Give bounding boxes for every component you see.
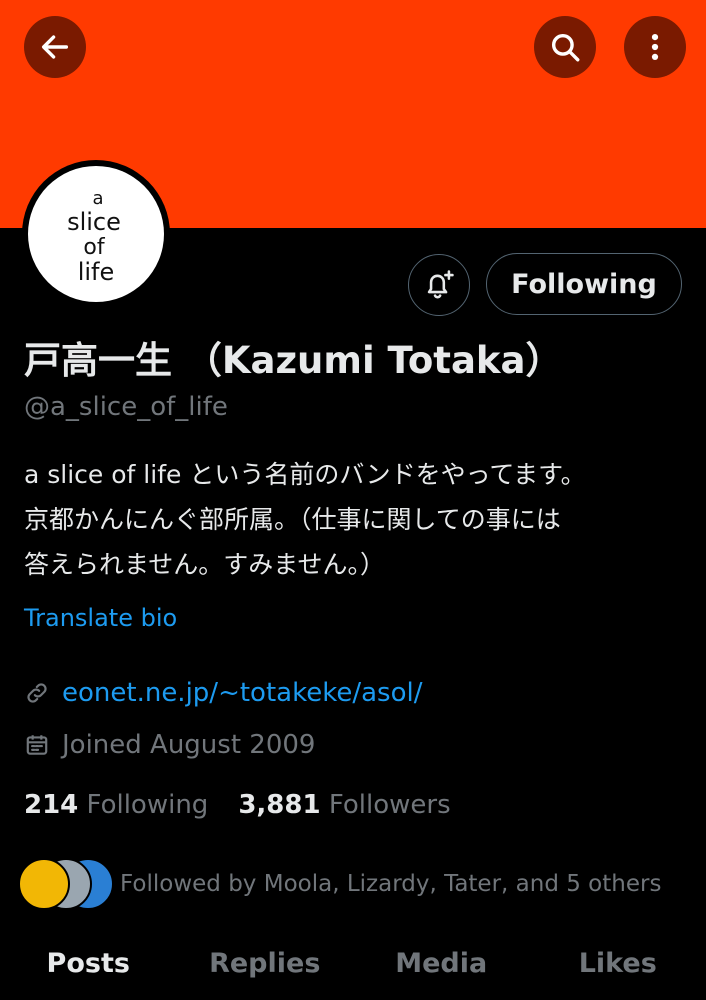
profile-avatar[interactable]: a slice of life [22,160,170,308]
avatar-word-life: life [78,258,115,286]
joined-date: Joined August 2009 [62,730,316,760]
tab-posts[interactable]: Posts [0,930,177,1000]
avatar-word-slice: slice [67,208,121,236]
bio-line: 京都かんにんぐ部所属。（仕事に関しての事には [24,505,561,534]
tab-likes[interactable]: Likes [530,930,706,1000]
search-icon [551,33,580,62]
bio-line: a slice of life という名前のバンドをやってます。 [24,460,586,489]
avatar-logo: a slice of life [67,188,121,286]
following-button[interactable]: Following [486,253,682,315]
link-icon [27,683,47,703]
calendar-icon [26,735,48,755]
bio-line: 答えられません。すみません。） [24,550,386,579]
following-count-link[interactable]: 214 Following [24,790,208,820]
back-button[interactable] [24,16,86,78]
profile-tabs: Posts Replies Media Likes [0,930,706,1000]
followed-by-row[interactable]: Followed by Moola, Lizardy, Tater, and 5… [18,858,661,910]
followers-label: Followers [328,790,451,820]
followers-count: 3,881 [238,790,321,820]
website-row: eonet.ne.jp/~totakeke/asol/ [24,678,422,708]
translate-bio-link[interactable]: Translate bio [24,604,177,632]
website-link[interactable]: eonet.ne.jp/~totakeke/asol/ [62,678,422,708]
follow-counts: 214 Following 3,881 Followers [24,790,451,820]
following-count: 214 [24,790,79,820]
followers-count-link[interactable]: 3,881 Followers [238,790,450,820]
profile-bio: a slice of life という名前のバンドをやってます。 京都かんにんぐ… [24,452,694,587]
notifications-button[interactable] [408,254,470,316]
avatar-image: a slice of life [28,166,164,302]
avatar-word-a: a [92,188,103,209]
avatar-word-of: of [83,235,105,260]
display-name: 戸高一生 （Kazumi Totaka） [24,339,563,382]
followed-by-text: Followed by Moola, Lizardy, Tater, and 5… [120,871,662,897]
avatar [18,858,70,910]
joined-row: Joined August 2009 [24,730,315,760]
more-vertical-icon [651,33,659,61]
following-label: Following [86,790,209,820]
bell-plus-icon [427,270,454,299]
arrow-left-icon [41,35,69,59]
tab-replies[interactable]: Replies [177,930,354,1000]
follower-avatars [18,858,114,910]
search-button[interactable] [534,16,596,78]
tab-media[interactable]: Media [353,930,530,1000]
more-options-button[interactable] [624,16,686,78]
user-handle: @a_slice_of_life [24,392,228,422]
